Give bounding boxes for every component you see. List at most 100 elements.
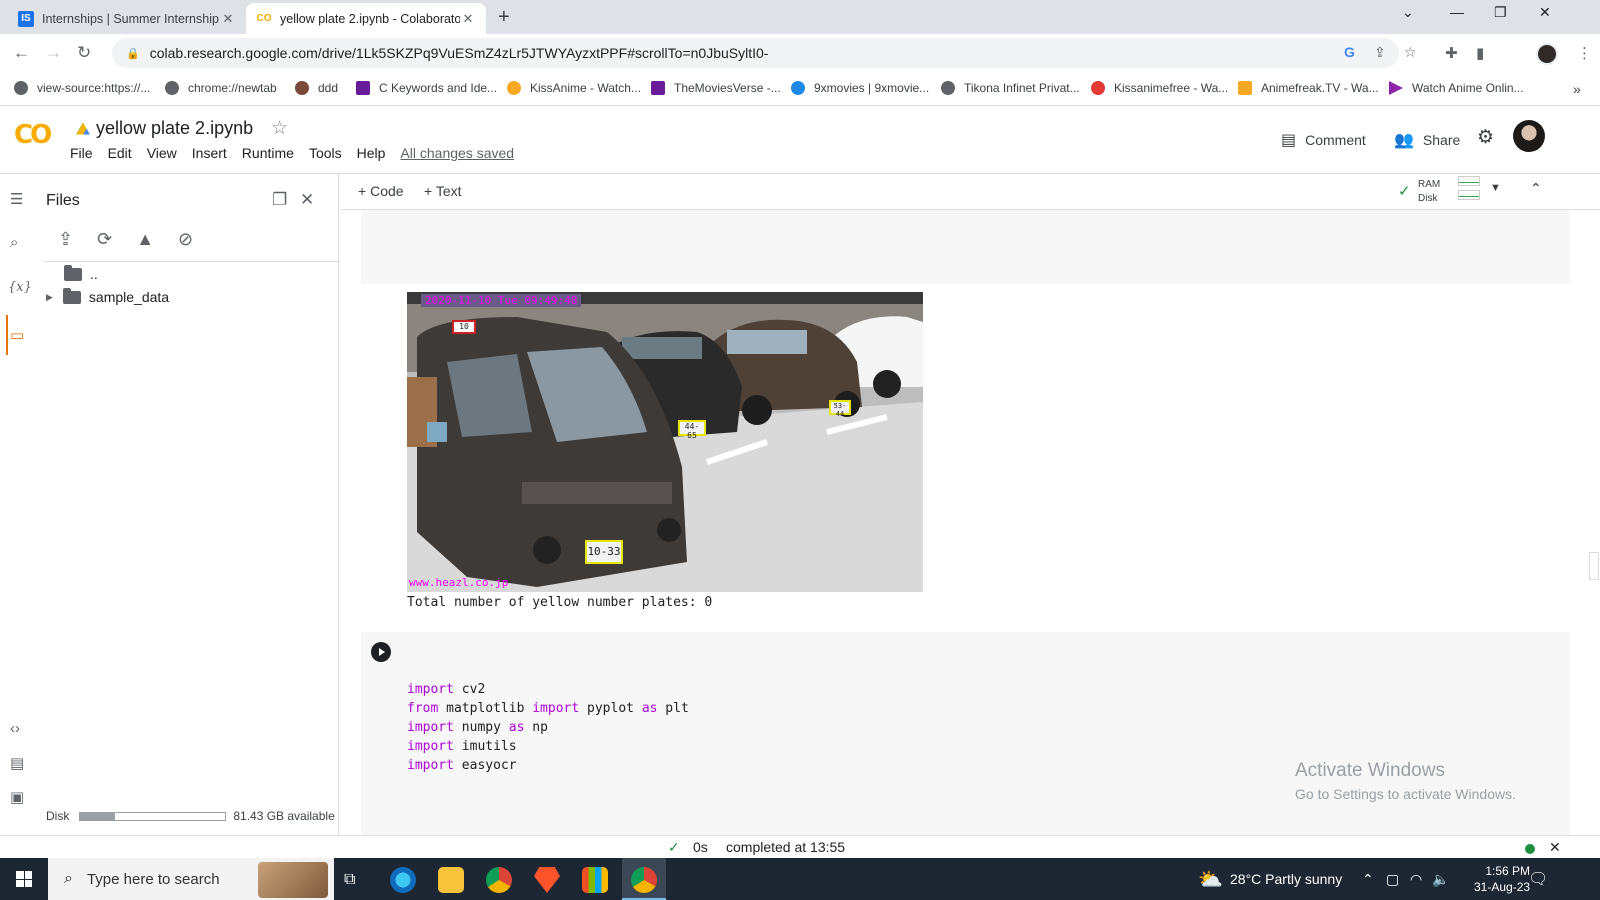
google-drive-icon bbox=[76, 122, 90, 135]
menu-runtime[interactable]: Runtime bbox=[242, 145, 294, 161]
variables-icon[interactable]: {x} bbox=[8, 280, 32, 295]
resource-monitor[interactable]: RAM Disk bbox=[1418, 178, 1440, 206]
bookmark-item[interactable]: view-source:https://... bbox=[14, 81, 150, 95]
add-text-button[interactable]: + Text bbox=[424, 183, 462, 199]
share-label: Share bbox=[1422, 132, 1461, 148]
back-icon[interactable]: ← bbox=[13, 43, 30, 63]
comment-button[interactable]: ▤ Comment bbox=[1281, 130, 1366, 150]
collapse-header-icon[interactable]: ⌃ bbox=[1530, 180, 1542, 197]
user-avatar[interactable] bbox=[1513, 120, 1545, 152]
code-editor[interactable]: import cv2 from matplotlib import pyplot … bbox=[407, 680, 689, 775]
edge-browser-icon[interactable] bbox=[390, 867, 416, 893]
colab-menubar: File Edit View Insert Runtime Tools Help… bbox=[70, 145, 529, 161]
forward-icon[interactable]: → bbox=[45, 43, 62, 63]
open-in-tab-icon[interactable]: ❐ bbox=[272, 190, 287, 210]
chrome-icon[interactable] bbox=[486, 867, 512, 893]
bookmark-item[interactable]: Kissanimefree - Wa... bbox=[1091, 81, 1228, 95]
notification-center-icon[interactable]: 🗨 bbox=[1528, 869, 1548, 889]
taskbar-search[interactable]: ⌕ Type here to search bbox=[48, 858, 334, 900]
execution-completed[interactable]: completed at 13:55 bbox=[726, 839, 845, 855]
bookmark-star-icon[interactable]: ☆ bbox=[1404, 44, 1417, 61]
search-icon[interactable]: ⌕ bbox=[10, 234, 18, 251]
minimize-icon[interactable]: — bbox=[1450, 4, 1464, 20]
new-tab-icon[interactable]: + bbox=[498, 6, 510, 29]
command-palette-icon[interactable]: ▤ bbox=[10, 754, 24, 772]
star-icon[interactable]: ☆ bbox=[271, 117, 288, 140]
menu-edit[interactable]: Edit bbox=[108, 145, 132, 161]
bookmark-label: C Keywords and Ide... bbox=[379, 81, 498, 95]
share-button[interactable]: 👥 Share bbox=[1394, 130, 1460, 150]
show-hidden-icons-icon[interactable]: ⌃ bbox=[1362, 871, 1374, 888]
save-status[interactable]: All changes saved bbox=[400, 145, 514, 161]
disk-label: Disk bbox=[1418, 193, 1438, 204]
volume-icon[interactable]: 🔈 bbox=[1432, 871, 1449, 888]
active-app-chrome[interactable] bbox=[622, 858, 666, 900]
execution-duration[interactable]: 0s bbox=[693, 839, 708, 855]
refresh-folder-icon[interactable]: ⟳ bbox=[97, 229, 112, 250]
tab-search-chevron-icon[interactable]: ⌄ bbox=[1402, 4, 1414, 21]
wifi-icon[interactable]: ◠ bbox=[1410, 871, 1422, 888]
code-snippets-icon[interactable]: ‹› bbox=[10, 720, 20, 737]
add-code-button[interactable]: + Code bbox=[358, 183, 404, 199]
tab-internships[interactable]: IS Internships | Summer Internship 2 ✕ bbox=[8, 3, 246, 34]
site-favicon-icon bbox=[1238, 81, 1252, 95]
previous-code-cell[interactable] bbox=[361, 210, 1570, 284]
browser-profile-avatar[interactable] bbox=[1536, 43, 1558, 65]
chrome-menu-icon[interactable]: ⋮ bbox=[1577, 44, 1592, 62]
bookmark-item[interactable]: ddd bbox=[295, 81, 338, 95]
run-cell-icon[interactable] bbox=[371, 642, 391, 662]
scrollbar-thumb[interactable] bbox=[1589, 552, 1599, 580]
colab-header: CO yellow plate 2.ipynb ☆ File Edit View… bbox=[0, 106, 1600, 174]
upload-file-icon[interactable]: ⇪ bbox=[58, 229, 73, 250]
bookmark-item[interactable]: TheMoviesVerse -... bbox=[651, 81, 781, 95]
bookmark-item[interactable]: Animefreak.TV - Wa... bbox=[1238, 81, 1379, 95]
bookmark-item[interactable]: KissAnime - Watch... bbox=[507, 81, 641, 95]
terminal-icon[interactable]: ▣ bbox=[10, 788, 24, 806]
settings-gear-icon[interactable]: ⚙ bbox=[1477, 126, 1494, 149]
parent-directory[interactable]: .. bbox=[64, 264, 98, 282]
extensions-icon[interactable]: ✚ bbox=[1445, 44, 1458, 62]
menu-insert[interactable]: Insert bbox=[192, 145, 227, 161]
menu-view[interactable]: View bbox=[147, 145, 177, 161]
menu-help[interactable]: Help bbox=[357, 145, 386, 161]
file-explorer-icon[interactable] bbox=[438, 867, 464, 893]
brave-browser-icon[interactable] bbox=[534, 867, 560, 893]
colab-logo[interactable]: CO bbox=[14, 120, 52, 150]
folder-icon[interactable]: ▭ bbox=[10, 326, 24, 344]
menu-file[interactable]: File bbox=[70, 145, 93, 161]
close-status-icon[interactable]: ✕ bbox=[1549, 839, 1561, 856]
close-window-icon[interactable]: ✕ bbox=[1539, 4, 1551, 21]
close-tab-icon[interactable]: ✕ bbox=[460, 11, 476, 27]
notebook-title[interactable]: yellow plate 2.ipynb bbox=[76, 118, 253, 139]
reload-icon[interactable]: ↻ bbox=[77, 43, 91, 63]
side-panel-icon[interactable]: ▮ bbox=[1476, 44, 1484, 62]
meet-now-icon[interactable]: ▢ bbox=[1386, 871, 1399, 888]
share-page-icon[interactable]: ⇪ bbox=[1374, 44, 1386, 61]
windows-start-icon[interactable] bbox=[16, 871, 32, 887]
bookmark-item[interactable]: chrome://newtab bbox=[165, 81, 277, 95]
table-of-contents-icon[interactable]: ☰ bbox=[10, 190, 23, 208]
bookmark-item[interactable]: Watch Anime Onlin... bbox=[1389, 81, 1524, 95]
bookmark-item[interactable]: C Keywords and Ide... bbox=[356, 81, 497, 95]
task-view-icon[interactable]: ⧉ bbox=[344, 871, 355, 889]
runtime-dropdown-icon[interactable]: ▼ bbox=[1490, 182, 1501, 194]
folder-row-sample-data[interactable]: ▶ sample_data bbox=[46, 287, 169, 305]
close-tab-icon[interactable]: ✕ bbox=[220, 11, 236, 27]
restore-icon[interactable]: ❐ bbox=[1494, 4, 1507, 21]
code-cell[interactable]: import cv2 from matplotlib import pyplot … bbox=[361, 632, 1570, 835]
bookmark-item[interactable]: Tikona Infinet Privat... bbox=[941, 81, 1080, 95]
address-bar[interactable]: 🔒 colab.research.google.com/drive/1Lk5SK… bbox=[112, 38, 1417, 68]
mount-drive-icon[interactable]: ▲ bbox=[136, 229, 154, 250]
weather-icon[interactable]: ⛅ bbox=[1198, 867, 1223, 892]
close-panel-icon[interactable]: ✕ bbox=[300, 190, 314, 210]
weather-text[interactable]: 28°C Partly sunny bbox=[1230, 871, 1342, 887]
tab-colab-notebook[interactable]: CO yellow plate 2.ipynb - Colaborato ✕ bbox=[246, 3, 486, 34]
hide-files-icon[interactable]: ⊘ bbox=[178, 229, 193, 250]
menu-tools[interactable]: Tools bbox=[309, 145, 342, 161]
google-lens-icon[interactable]: G bbox=[1344, 44, 1355, 60]
system-clock[interactable]: 1:56 PM 31-Aug-23 bbox=[1474, 863, 1530, 895]
microsoft-store-icon[interactable] bbox=[582, 867, 608, 893]
bookmark-item[interactable]: 9xmovies | 9xmovie... bbox=[791, 81, 929, 95]
more-bookmarks-icon[interactable]: » bbox=[1573, 81, 1581, 97]
expand-arrow-icon[interactable]: ▶ bbox=[46, 292, 53, 303]
